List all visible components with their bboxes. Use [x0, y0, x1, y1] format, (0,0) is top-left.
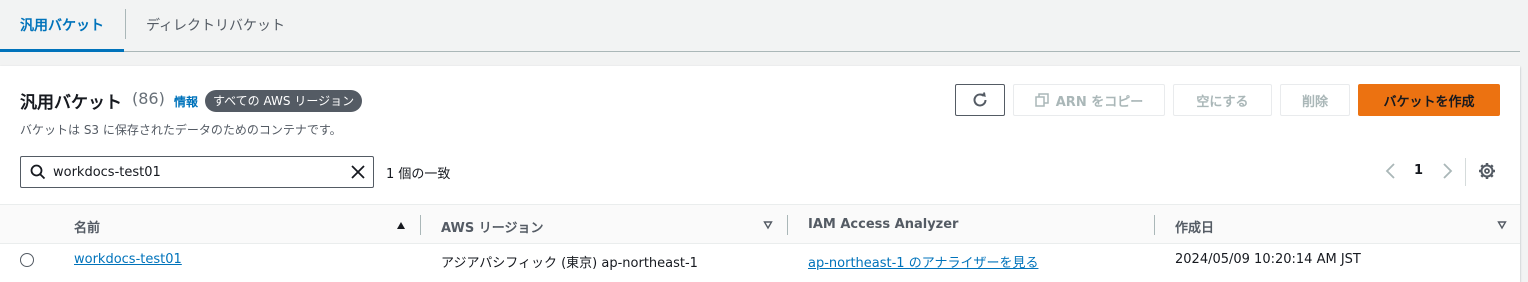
panel-description: バケットは S3 に保存されたデータのためのコンテナです。 [20, 123, 342, 137]
row-select-radio[interactable] [20, 253, 34, 267]
bucket-count: (86) [132, 89, 165, 108]
current-page[interactable]: 1 [1414, 163, 1423, 178]
copy-arn-button[interactable]: ARN をコピー [1013, 84, 1165, 116]
chevron-right-icon[interactable] [1440, 162, 1454, 180]
bucket-region: アジアパシフィック (東京) ap-northeast-1 [441, 256, 698, 271]
sort-icon[interactable] [763, 220, 773, 230]
column-header-created[interactable]: 作成日 [1175, 217, 1214, 236]
column-divider[interactable] [787, 215, 788, 235]
page-title: 汎用バケット [20, 93, 122, 113]
tab-directory-buckets[interactable]: ディレクトリバケット [146, 0, 285, 50]
table-row: workdocs-test01 アジアパシフィック (東京) ap-northe… [0, 244, 1520, 276]
delete-button[interactable]: 削除 [1280, 84, 1350, 116]
creation-date: 2024/05/09 10:20:14 AM JST [1175, 252, 1361, 267]
table-header: 名前 AWS リージョン IAM Access Analyzer 作成日 [0, 204, 1520, 244]
sort-ascending-icon[interactable] [396, 220, 406, 230]
empty-button[interactable]: 空にする [1173, 84, 1272, 116]
chevron-left-icon[interactable] [1384, 162, 1398, 180]
column-divider[interactable] [1154, 215, 1155, 235]
search-field[interactable] [20, 156, 374, 188]
buckets-panel: 汎用バケット (86) 情報 すべての AWS リージョン バケットは S3 に… [0, 66, 1520, 282]
tab-divider [125, 9, 126, 39]
region-badge: すべての AWS リージョン [205, 90, 363, 112]
close-icon[interactable] [350, 164, 366, 180]
column-header-name[interactable]: 名前 [74, 217, 100, 236]
search-icon [30, 164, 46, 180]
tab-general-purpose-buckets[interactable]: 汎用バケット [0, 0, 124, 52]
gear-icon[interactable] [1478, 162, 1496, 180]
analyzer-link[interactable]: ap-northeast-1 のアナライザーを見る [808, 252, 1038, 271]
info-link[interactable]: 情報 [174, 93, 198, 110]
refresh-icon [973, 92, 987, 107]
copy-icon [1035, 93, 1049, 107]
bucket-type-tabs: 汎用バケット ディレクトリバケット [0, 0, 1520, 52]
column-header-region[interactable]: AWS リージョン [441, 217, 543, 236]
column-divider[interactable] [420, 215, 421, 235]
copy-arn-label: ARN をコピー [1055, 94, 1144, 110]
match-count: 1 個の一致 [386, 167, 451, 182]
refresh-button[interactable] [955, 84, 1005, 116]
bucket-name-link[interactable]: workdocs-test01 [74, 252, 182, 267]
search-input[interactable] [53, 161, 343, 183]
pagination-divider [1465, 158, 1466, 186]
create-bucket-button[interactable]: バケットを作成 [1358, 84, 1500, 116]
sort-icon[interactable] [1497, 220, 1507, 230]
column-header-analyzer[interactable]: IAM Access Analyzer [808, 217, 958, 232]
